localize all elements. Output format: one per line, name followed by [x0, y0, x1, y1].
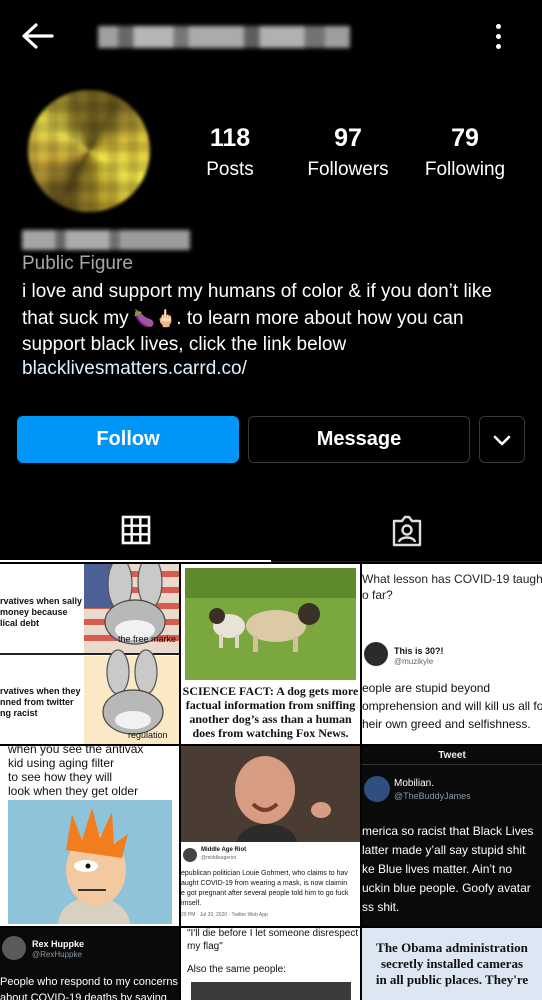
caption: the free marke [118, 634, 177, 644]
tab-tagged[interactable] [271, 500, 542, 562]
following-label: Following [424, 159, 506, 180]
caption: "I'll die before I let someone disrespec… [187, 928, 359, 939]
caption: kid using aging filter [8, 756, 115, 770]
post-gohmert-tweet[interactable]: Middle Age Riot @middleageriot epublican… [181, 746, 360, 926]
caption: People who respond to my concerns [0, 976, 178, 988]
photo [191, 982, 351, 1000]
post-bugs-bunny-meme[interactable]: rvatives when sally money because lical … [0, 564, 179, 744]
followers-label: Followers [307, 159, 389, 180]
grid-icon [121, 515, 150, 545]
caption: merica so racist that Black Lives [362, 824, 534, 838]
caption: What lesson has COVID-19 taught u [362, 572, 542, 586]
tweet-handle: @TheBuddyJames [394, 791, 471, 801]
caption: my flag" [187, 941, 223, 952]
tweet-author: This is 30?! [394, 646, 444, 656]
more-options-button[interactable] [486, 20, 510, 52]
post-dogs-science-fact[interactable]: SCIENCE FACT: A dog gets more factual in… [181, 564, 360, 744]
caption: omprehension and will kill us all for [362, 699, 542, 713]
caption: o far? [362, 588, 393, 602]
username-redacted [98, 26, 350, 48]
caption: money because [0, 607, 68, 617]
post-grid: rvatives when sally money because lical … [0, 564, 542, 1000]
caption: e got pregnant after several people told… [181, 890, 349, 897]
tweet-author: Mobilian. [394, 778, 435, 789]
follow-button[interactable]: Follow [17, 416, 239, 463]
tab-grid[interactable] [0, 500, 271, 562]
caption: The Obama administration [376, 940, 528, 955]
profile-link[interactable]: blacklivesmatters.carrd.co/ [22, 358, 247, 380]
avatar [2, 936, 26, 960]
post-obama-cameras[interactable]: The Obama administration secretly instal… [362, 928, 542, 1000]
tweet-author: Rex Huppke [32, 939, 85, 949]
stat-following[interactable]: 79 Following [418, 124, 512, 181]
post-flag-meme[interactable]: "I'll die before I let someone disrespec… [181, 928, 360, 1000]
caption: aught COVID-19 from wearing a mask, is n… [181, 880, 348, 887]
dogs-photo [185, 568, 356, 680]
tweet-author: Middle Age Riot [201, 847, 247, 853]
caption: secretly installed cameras [381, 956, 523, 971]
caption: factual information from sniffing [185, 698, 356, 712]
back-button[interactable] [20, 20, 56, 52]
post-mobilian-tweet[interactable]: Tweet Mobilian. @TheBuddyJames merica so… [362, 746, 542, 926]
caption: ke Blue lives matter. Ain’t no [362, 862, 513, 876]
stat-posts[interactable]: 118 Posts [190, 124, 270, 181]
avatar [364, 776, 390, 802]
posts-count: 118 [209, 124, 251, 152]
caption: to see how they will [8, 770, 113, 784]
post-antivax-meme[interactable]: when you see the antivax kid using aging… [0, 746, 179, 926]
caption: does from watching Fox News. [192, 726, 349, 740]
display-name-redacted [22, 230, 190, 250]
caption: rvatives when sally [0, 596, 83, 606]
caption: when you see the antivax [8, 746, 144, 756]
caption: lical debt [0, 618, 40, 628]
caption: SCIENCE FACT: A dog gets more [182, 684, 359, 698]
caption: look when they get older [8, 784, 139, 798]
caption: heir own greed and selfishness. [362, 717, 531, 731]
tweet-handle: @middleageriot [201, 855, 237, 861]
caption: epublican politician Louie Gohmert, who … [181, 870, 348, 877]
caption: imself. [181, 900, 202, 907]
caption: about COVID-19 deaths by saying [0, 992, 167, 1000]
avatar [364, 642, 388, 666]
caption: uckin blue people. Goofy avatar [362, 881, 531, 895]
post-covid-lesson[interactable]: What lesson has COVID-19 taught u o far?… [362, 564, 542, 744]
bio-line-1: i love and support my humans of color & … [22, 281, 492, 302]
arrow-left-icon [22, 23, 54, 49]
politician-photo [181, 746, 360, 842]
followers-count: 97 [334, 124, 362, 152]
caption: in all public places. They're [375, 972, 529, 987]
top-bar [0, 0, 542, 70]
suggested-dropdown-button[interactable] [479, 416, 525, 463]
stat-followers[interactable]: 97 Followers [298, 124, 398, 181]
avatar[interactable] [28, 90, 150, 212]
posts-label: Posts [206, 159, 254, 180]
caption: another dog’s ass than a human [189, 712, 352, 726]
chevron-down-icon [493, 435, 511, 445]
caption: latter made y’all say stupid shit [362, 843, 526, 857]
profile-tabs [0, 500, 542, 562]
tweet-header: Tweet [438, 750, 466, 761]
bio-line-3: support black lives, click the link belo… [22, 334, 347, 355]
profile-bio: i love and support my humans of color & … [22, 279, 522, 359]
post-rex-huppke-tweet[interactable]: Rex Huppke @RexHuppke People who respond… [0, 928, 179, 1000]
avatar [183, 848, 197, 862]
message-button[interactable]: Message [248, 416, 470, 463]
bio-emoji: 🍆🖕🏻 [133, 308, 177, 328]
caption: Also the same people: [187, 964, 286, 975]
profile-category: Public Figure [22, 253, 133, 274]
cartoon-image [8, 800, 172, 924]
caption: rvatives when they [0, 686, 81, 696]
following-count: 79 [451, 124, 479, 152]
caption: regulation [128, 730, 168, 740]
caption: nned from twitter [0, 697, 74, 707]
tagged-person-icon [392, 515, 421, 546]
kebab-icon [495, 23, 501, 29]
tweet-handle: @muzikyle [394, 657, 434, 666]
caption: ng racist [0, 708, 38, 718]
caption: ss shit. [362, 900, 400, 914]
tweet-timestamp: 29 PM · Jul 20, 2020 · Twitter Web App [181, 912, 268, 918]
bio-line-2: that suck my 🍆🖕🏻. to learn more about ho… [22, 307, 464, 329]
tweet-handle: @RexHuppke [32, 950, 82, 959]
caption: eople are stupid beyond [362, 681, 491, 695]
